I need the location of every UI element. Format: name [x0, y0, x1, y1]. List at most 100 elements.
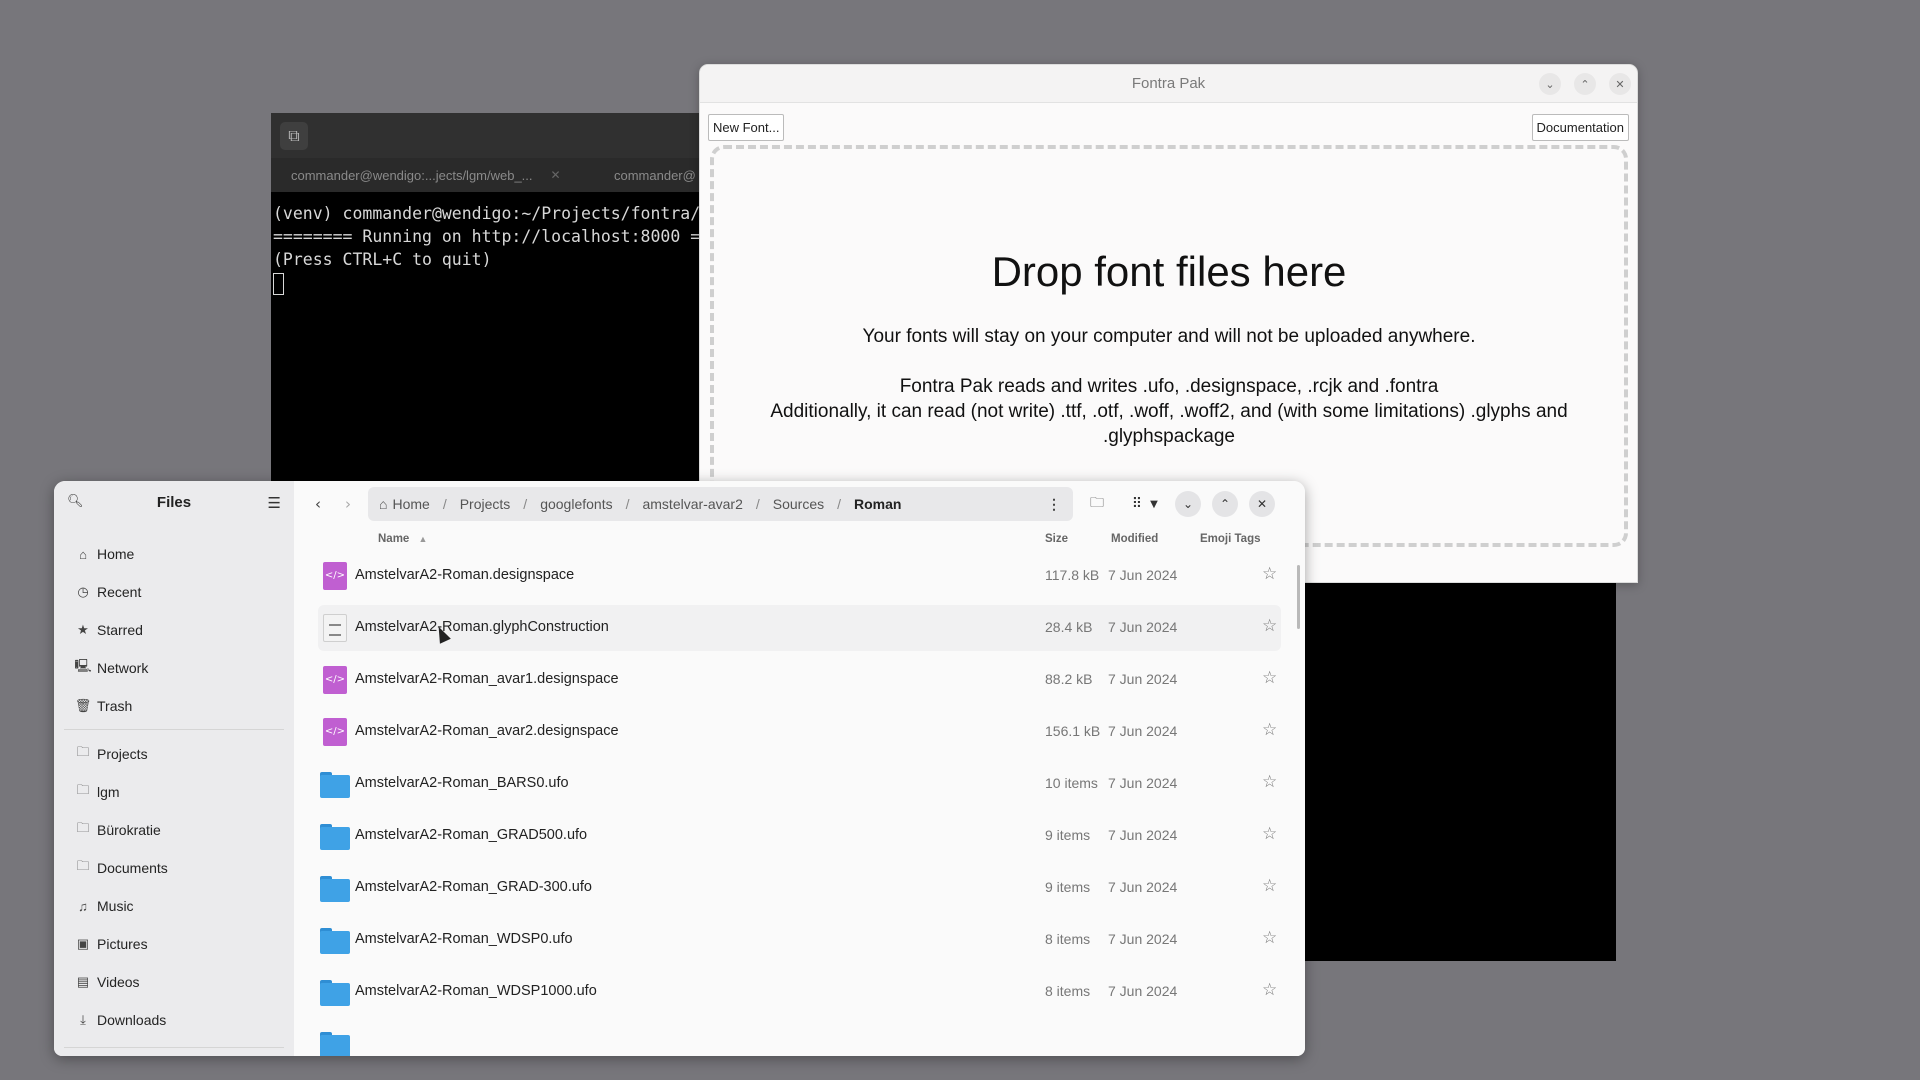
terminal-line: (venv) commander@wendigo:~/Projects/font… [273, 204, 701, 223]
forward-icon[interactable]: › [336, 492, 360, 516]
terminal-output[interactable]: (venv) commander@wendigo:~/Projects/font… [273, 202, 700, 301]
file-modified: 7 Jun 2024 [1108, 567, 1178, 583]
breadcrumb-projects[interactable]: Projects [460, 496, 511, 512]
file-name: AmstelvarA2-Roman_BARS0.ufo [355, 775, 569, 791]
breadcrumb-sources[interactable]: Sources [773, 496, 824, 512]
sidebar-item-downloads[interactable]: ⤓ Downloads [74, 1006, 166, 1034]
star-icon[interactable]: ☆ [1262, 980, 1277, 1000]
terminal-tab[interactable]: commander@wendigo:...jects/lgm/web_... ✕ [291, 158, 581, 192]
breadcrumb-roman[interactable]: Roman [854, 496, 901, 512]
file-row[interactable]: AmstelvarA2-Roman_WDSP1000.ufo 8 items 7 J… [318, 969, 1281, 1015]
new-font-button[interactable]: New Font... [708, 114, 785, 141]
file-size: 117.8 kB [1045, 567, 1100, 583]
breadcrumb-home[interactable]: Home [392, 496, 429, 512]
file-row[interactable]: </> AmstelvarA2-Roman.designspace 117.8 kB… [318, 553, 1281, 599]
drop-formats-text: Fontra Pak reads and writes .ufo, .desig… [899, 376, 1439, 397]
view-options-chevron-icon[interactable]: ▼ [1145, 490, 1163, 518]
sort-ascending-icon: ▲ [418, 534, 428, 544]
search-folder-icon[interactable]: 🗀 [1083, 490, 1111, 518]
breadcrumb-amstelvar-avar2[interactable]: amstelvar-avar2 [642, 496, 742, 512]
close-icon[interactable]: ✕ [1609, 73, 1631, 95]
close-icon[interactable]: ✕ [1249, 491, 1275, 517]
column-header-emoji-tags[interactable]: Emoji Tags [1200, 533, 1261, 553]
breadcrumb[interactable]: ⌂ Home / Projects / googlefonts / amstelvar… [368, 487, 1073, 521]
sidebar-item-starred[interactable]: ★ Starred [74, 616, 143, 644]
trash-icon: 🗑 [74, 698, 92, 713]
breadcrumb-googlefonts[interactable]: googlefonts [540, 496, 612, 512]
maximize-icon[interactable]: ⌃ [1574, 73, 1596, 95]
star-icon[interactable]: ☆ [1262, 668, 1277, 688]
terminal-tab-label: commander@ [614, 167, 696, 183]
close-icon[interactable]: ✕ [551, 168, 561, 182]
menu-icon[interactable]: ☰ [268, 494, 281, 512]
sidebar-item-network[interactable]: 🖳 Network [74, 654, 148, 682]
star-icon[interactable]: ☆ [1262, 876, 1277, 896]
home-icon: ⌂ [379, 496, 388, 512]
sidebar-item-trash[interactable]: 🗑 Trash [74, 692, 133, 720]
column-name-label: Name [378, 533, 410, 545]
column-header-modified[interactable]: Modified [1111, 533, 1158, 553]
star-icon[interactable]: ☆ [1262, 564, 1277, 584]
terminal-cursor [273, 273, 284, 295]
file-size: 10 items [1045, 775, 1098, 791]
file-size: 156.1 kB [1045, 723, 1101, 739]
file-row[interactable]: AmstelvarA2-Roman_BARS0.ufo 10 items 7 Jun… [318, 761, 1281, 807]
music-icon: ♫ [78, 898, 88, 914]
file-row[interactable] [318, 1021, 1281, 1056]
sidebar-item-videos[interactable]: ▤ Videos [74, 968, 140, 996]
star-icon[interactable]: ☆ [1262, 720, 1277, 740]
sidebar-item-projects[interactable]: 🗀 Projects [74, 740, 148, 768]
file-name: AmstelvarA2-Roman.glyphConstruction [355, 619, 609, 635]
sidebar-item-recent[interactable]: ◷ Recent [74, 578, 141, 606]
minimize-icon[interactable]: ⌄ [1539, 73, 1561, 95]
sidebar-item-label: Pictures [97, 936, 148, 952]
file-size: 9 items [1045, 879, 1091, 895]
file-row[interactable]: </> AmstelvarA2-Roman_avar1.designspace 88… [318, 657, 1281, 703]
sidebar-item-documents[interactable]: 🗀 Documents [74, 854, 167, 882]
drop-title: Drop font files here [991, 248, 1347, 295]
sidebar-item-lgm[interactable]: 🗀 lgm [74, 778, 119, 806]
file-size: 28.4 kB [1045, 619, 1093, 635]
file-name: AmstelvarA2-Roman_WDSP0.ufo [355, 931, 573, 947]
minimize-icon[interactable]: ⌄ [1175, 491, 1201, 517]
star-icon[interactable]: ☆ [1262, 616, 1277, 636]
star-icon[interactable]: ☆ [1262, 772, 1277, 792]
file-modified: 7 Jun 2024 [1108, 723, 1178, 739]
file-size: 8 items [1045, 931, 1091, 947]
home-icon: ⌂ [79, 546, 87, 562]
file-row[interactable]: AmstelvarA2-Roman_GRAD-300.ufo 9 items 7 J… [318, 865, 1281, 911]
file-modified: 7 Jun 2024 [1108, 775, 1178, 791]
folder-icon: 🗀 [76, 744, 90, 759]
file-row[interactable]: AmstelvarA2-Roman.glyphConstruction 28.4 … [318, 605, 1281, 651]
column-header-size[interactable]: Size [1045, 533, 1068, 553]
sidebar-item-label: Projects [97, 746, 148, 762]
sidebar-header: 🔍︎ Files ☰ [54, 481, 294, 527]
sidebar-item-b-rokratie[interactable]: 🗀 Bürokratie [74, 816, 160, 844]
documentation-button[interactable]: Documentation [1531, 114, 1629, 141]
maximize-icon[interactable]: ⌃ [1212, 491, 1238, 517]
files-window[interactable]: 🔍︎ Files ☰ ⌂ Home ◷ Recent ★ Starred 🖳 Network 🗑… [54, 481, 1305, 1056]
file-row[interactable]: </> AmstelvarA2-Roman_avar2.designspace 15… [318, 709, 1281, 755]
star-icon[interactable]: ☆ [1262, 928, 1277, 948]
sidebar-item-music[interactable]: ♫ Music [74, 892, 133, 920]
star-icon: ★ [77, 622, 89, 637]
file-modified: 7 Jun 2024 [1108, 879, 1178, 895]
documents-icon: 🗀 [76, 858, 90, 873]
folder-icon [320, 926, 350, 956]
terminal-line: (Press CTRL+C to quit) [273, 250, 492, 269]
more-options-icon[interactable]: ⋮ [1047, 496, 1061, 513]
terminal-tab[interactable]: commander@ [614, 158, 699, 192]
file-row[interactable]: AmstelvarA2-Roman_GRAD500.ufo 9 items 7 Ju… [318, 813, 1281, 859]
folder-icon [320, 874, 350, 904]
sidebar-item-pictures[interactable]: ▣ Pictures [74, 930, 148, 958]
star-icon[interactable]: ☆ [1262, 824, 1277, 844]
drop-privacy-text: Your fonts will stay on your computer an… [862, 326, 1476, 347]
new-tab-icon[interactable]: ⧉ [280, 122, 308, 150]
file-row[interactable]: AmstelvarA2-Roman_WDSP0.ufo 8 items 7 Jun … [318, 917, 1281, 963]
folder-icon [320, 770, 350, 800]
column-header-name[interactable]: Name ▲ [378, 533, 427, 553]
sidebar-item-home[interactable]: ⌂ Home [74, 540, 134, 568]
scrollbar[interactable] [1297, 565, 1300, 629]
folder-icon: 🗀 [76, 782, 90, 797]
back-icon[interactable]: ‹ [306, 492, 330, 516]
